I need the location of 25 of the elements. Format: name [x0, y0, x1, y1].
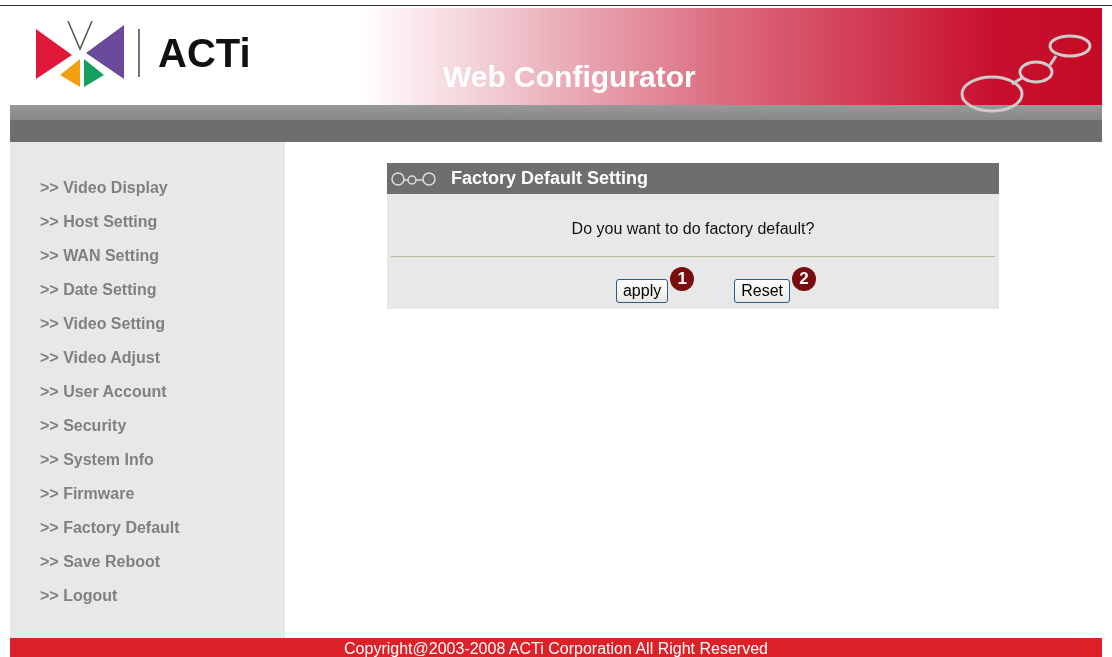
sidebar-link[interactable]: >> Factory Default [40, 517, 180, 551]
sidebar-link[interactable]: >> System Info [40, 449, 154, 483]
apply-button[interactable]: apply [615, 279, 669, 303]
number-badge: 2 [792, 267, 816, 291]
panel-title: Factory Default Setting [451, 168, 649, 189]
rings-icon [960, 32, 1092, 114]
copyright-text: Copyright@2003-2008 ACTi Corporation All Right Reserved [344, 640, 768, 657]
app-title: Web Configurator [443, 60, 696, 94]
sidebar-link[interactable]: >> User Account [40, 381, 167, 415]
number-badge: 1 [670, 267, 695, 291]
sidebar-link[interactable]: >> Video Adjust [40, 347, 161, 381]
sidebar-link[interactable]: >> WAN Setting [40, 245, 160, 279]
rings-icon [391, 170, 437, 187]
sidebar-link[interactable]: >> Date Setting [40, 279, 157, 313]
sidebar-link[interactable]: >> Security [40, 415, 127, 449]
sidebar-link[interactable]: >> Host Setting [40, 211, 158, 245]
sidebar-link[interactable]: >> Save Reboot [40, 551, 161, 585]
logo-text: ACTi [138, 28, 251, 77]
sidebar-link[interactable]: >> Video Setting [40, 313, 166, 347]
logo-icon [34, 18, 126, 87]
sidebar-link[interactable]: >> Firmware [40, 483, 135, 517]
reset-button[interactable]: Reset [734, 279, 790, 303]
sidebar-link[interactable]: >> Logout [40, 585, 118, 619]
confirm-question: Do you want to do factory default? [570, 219, 816, 239]
sidebar-link[interactable]: >> Video Display [40, 177, 168, 211]
